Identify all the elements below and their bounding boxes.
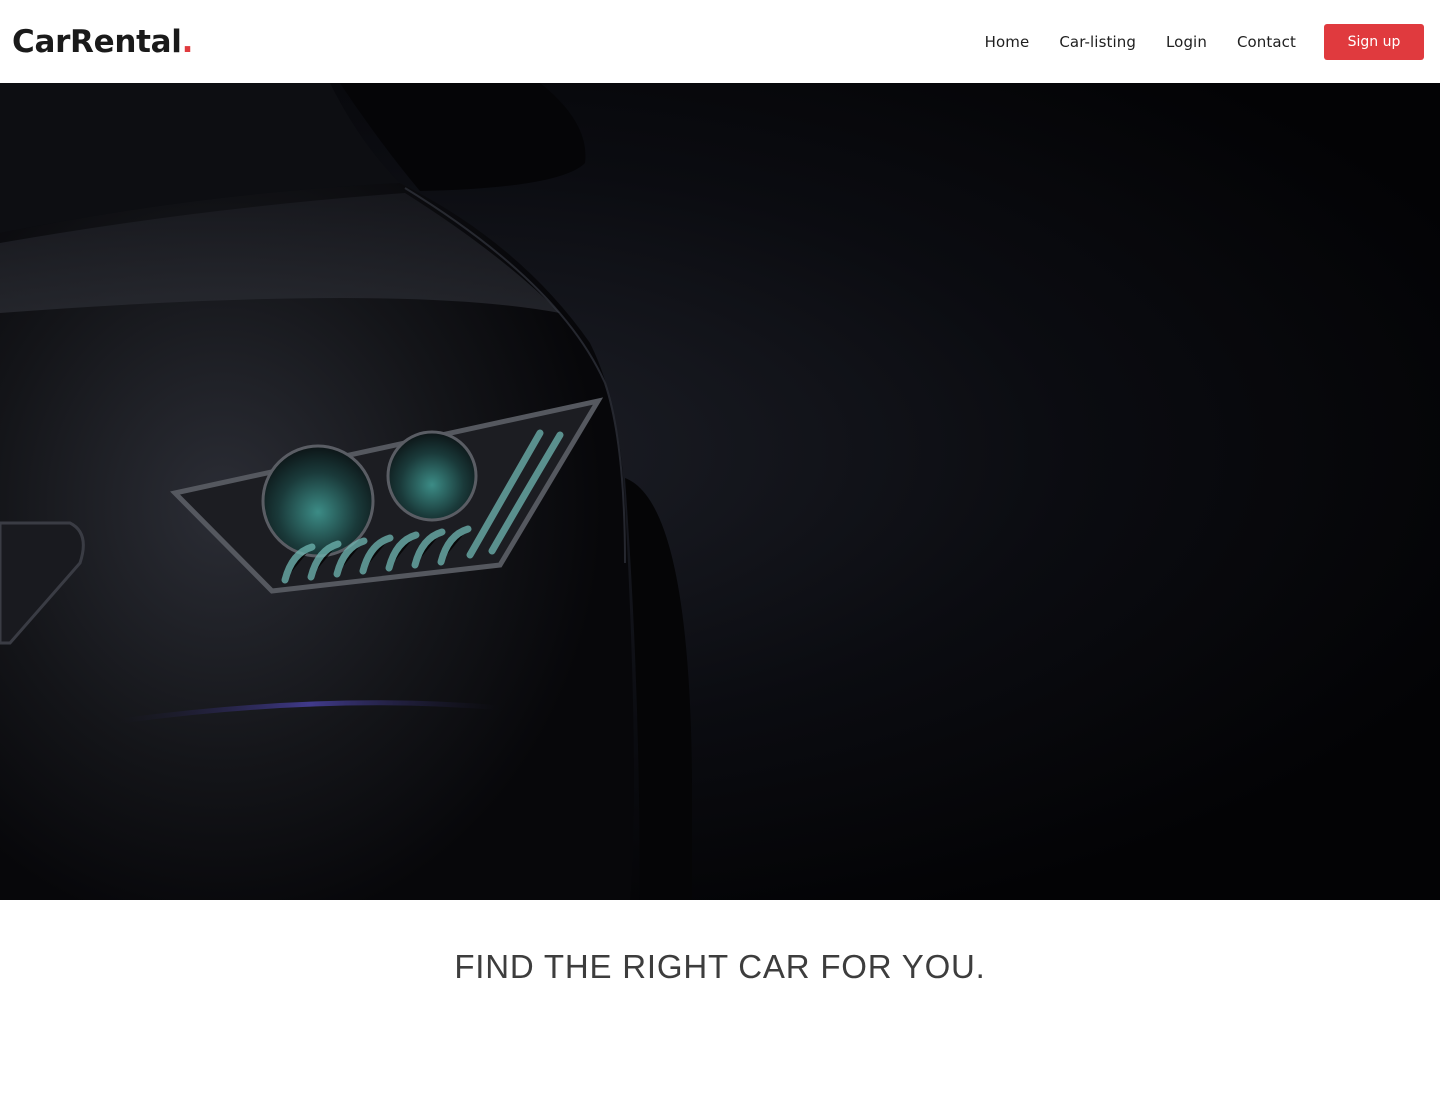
- hero-banner: [0, 83, 1440, 900]
- tagline-heading: FIND THE RIGHT CAR FOR YOU.: [454, 948, 986, 985]
- hero-car-image: [0, 83, 692, 900]
- nav-link-home[interactable]: Home: [985, 33, 1030, 51]
- headlight-lens-left: [261, 444, 375, 558]
- nav-link-contact[interactable]: Contact: [1237, 33, 1296, 51]
- nav-links: Home Car-listing Login Contact Sign up: [955, 23, 1424, 60]
- wheel-arch-shape: [625, 478, 692, 900]
- brand-name: CarRental: [12, 23, 182, 60]
- navbar: CarRental. Home Car-listing Login Contac…: [0, 0, 1440, 83]
- nav-link-car-listing[interactable]: Car-listing: [1059, 33, 1136, 51]
- tagline-section: FIND THE RIGHT CAR FOR YOU.: [0, 900, 1440, 1118]
- headlight-lens-right: [386, 430, 478, 522]
- brand-logo[interactable]: CarRental.: [12, 24, 193, 60]
- brand-dot: .: [181, 23, 194, 60]
- nav-link-login[interactable]: Login: [1166, 33, 1207, 51]
- signup-button[interactable]: Sign up: [1324, 23, 1424, 60]
